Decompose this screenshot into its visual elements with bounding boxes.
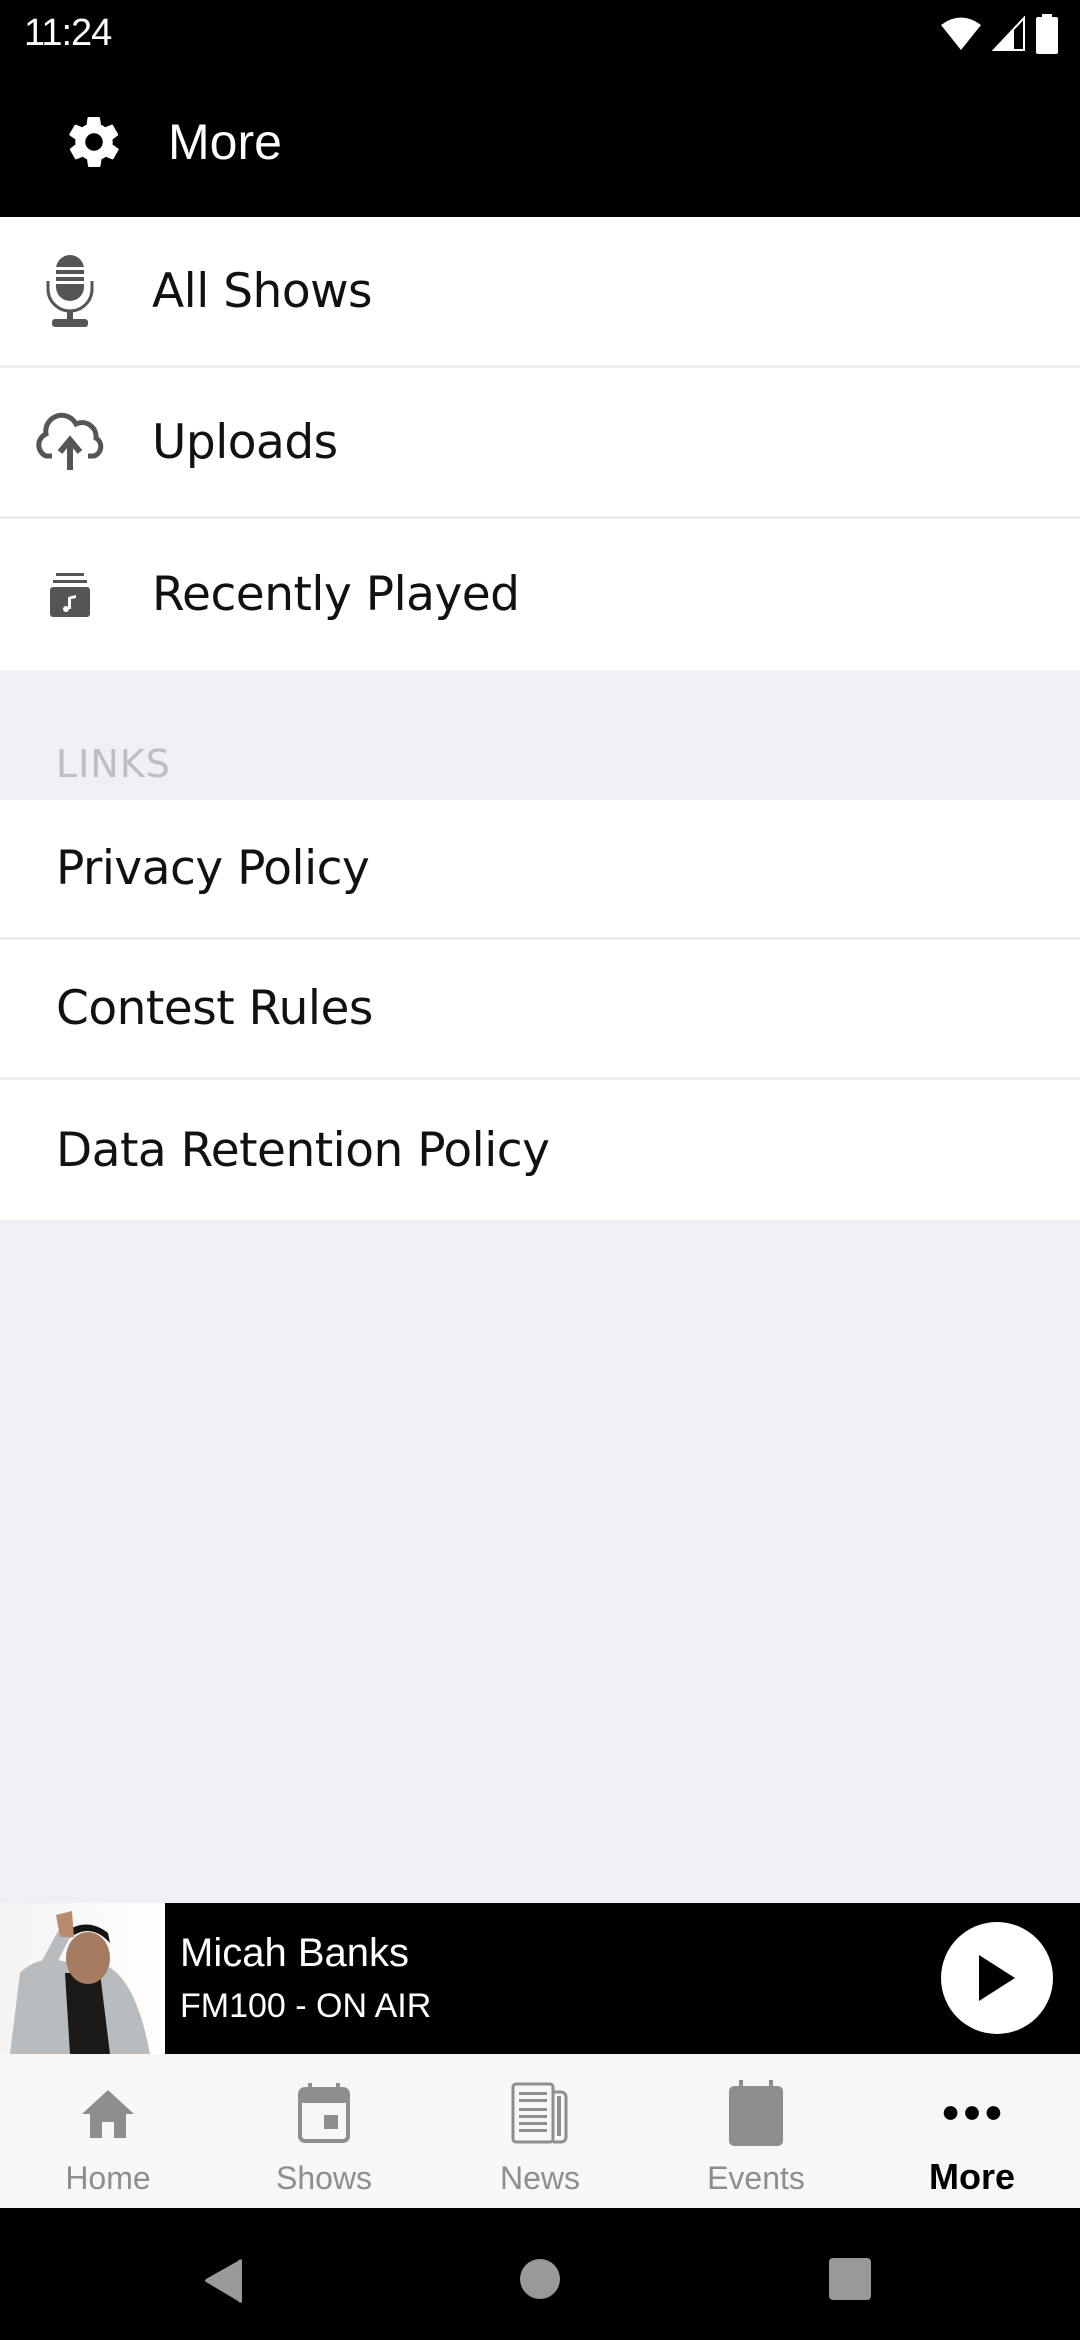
gear-icon — [69, 116, 119, 168]
tab-label: Shows — [275, 2160, 373, 2196]
cell-signal-icon — [992, 16, 1025, 51]
tab-label: More — [928, 2156, 1015, 2197]
link-privacy-policy[interactable]: Privacy Policy — [0, 800, 1080, 940]
player-title: Micah Banks — [180, 1931, 409, 1975]
calendar-icon — [294, 2080, 354, 2146]
status-bar: 11:24 — [0, 0, 1080, 66]
menu-item-label: All Shows — [152, 263, 373, 319]
host-photo — [0, 1903, 165, 2054]
links-list: Privacy Policy Contest Rules Data Retent… — [0, 800, 1080, 1220]
status-icons — [940, 14, 1058, 54]
link-label: Contest Rules — [56, 981, 373, 1036]
menu-list: All Shows Uploads Recently Played — [0, 217, 1080, 670]
tab-shows[interactable]: Shows — [216, 2054, 432, 2208]
status-time: 11:24 — [24, 12, 112, 54]
home-circle-icon[interactable] — [519, 2258, 561, 2300]
recents-icon[interactable] — [829, 2258, 871, 2300]
links-section-header: LINKS — [0, 672, 1080, 800]
tab-label: Home — [65, 2160, 151, 2196]
menu-item-recently-played[interactable]: Recently Played — [0, 519, 1080, 670]
tab-more[interactable]: More — [864, 2054, 1080, 2208]
link-contest-rules[interactable]: Contest Rules — [0, 940, 1080, 1080]
play-icon — [979, 1955, 1015, 2001]
play-button[interactable] — [941, 1922, 1053, 2034]
menu-item-all-shows[interactable]: All Shows — [0, 217, 1080, 368]
cloud-upload-icon — [30, 402, 110, 482]
section-title: LINKS — [56, 742, 171, 786]
menu-item-uploads[interactable]: Uploads — [0, 368, 1080, 519]
page-title: More — [168, 114, 282, 170]
wifi-icon — [941, 17, 981, 50]
battery-icon — [1036, 14, 1058, 54]
tab-events[interactable]: Events — [648, 2054, 864, 2208]
calendar-icon — [726, 2080, 786, 2146]
bottom-tab-bar: Home Shows News Events More — [0, 2054, 1080, 2208]
home-icon — [78, 2080, 138, 2146]
link-label: Privacy Policy — [56, 841, 370, 896]
back-icon[interactable] — [204, 2258, 244, 2304]
more-dots-icon — [942, 2080, 1002, 2146]
link-label: Data Retention Policy — [56, 1122, 550, 1178]
music-library-icon — [30, 555, 110, 635]
microphone-icon — [30, 251, 110, 331]
app-header: More — [0, 66, 1080, 217]
link-data-retention-policy[interactable]: Data Retention Policy — [0, 1080, 1080, 1220]
tab-label: News — [499, 2160, 580, 2196]
tab-home[interactable]: Home — [0, 2054, 216, 2208]
system-nav-bar — [0, 2208, 1080, 2340]
mini-player[interactable]: Micah Banks FM100 - ON AIR — [0, 1903, 1080, 2054]
menu-item-label: Recently Played — [152, 567, 520, 622]
newspaper-icon — [510, 2080, 570, 2146]
tab-news[interactable]: News — [432, 2054, 648, 2208]
player-subtitle: FM100 - ON AIR — [180, 1987, 432, 2025]
menu-item-label: Uploads — [152, 414, 338, 470]
tab-label: Events — [707, 2160, 805, 2196]
